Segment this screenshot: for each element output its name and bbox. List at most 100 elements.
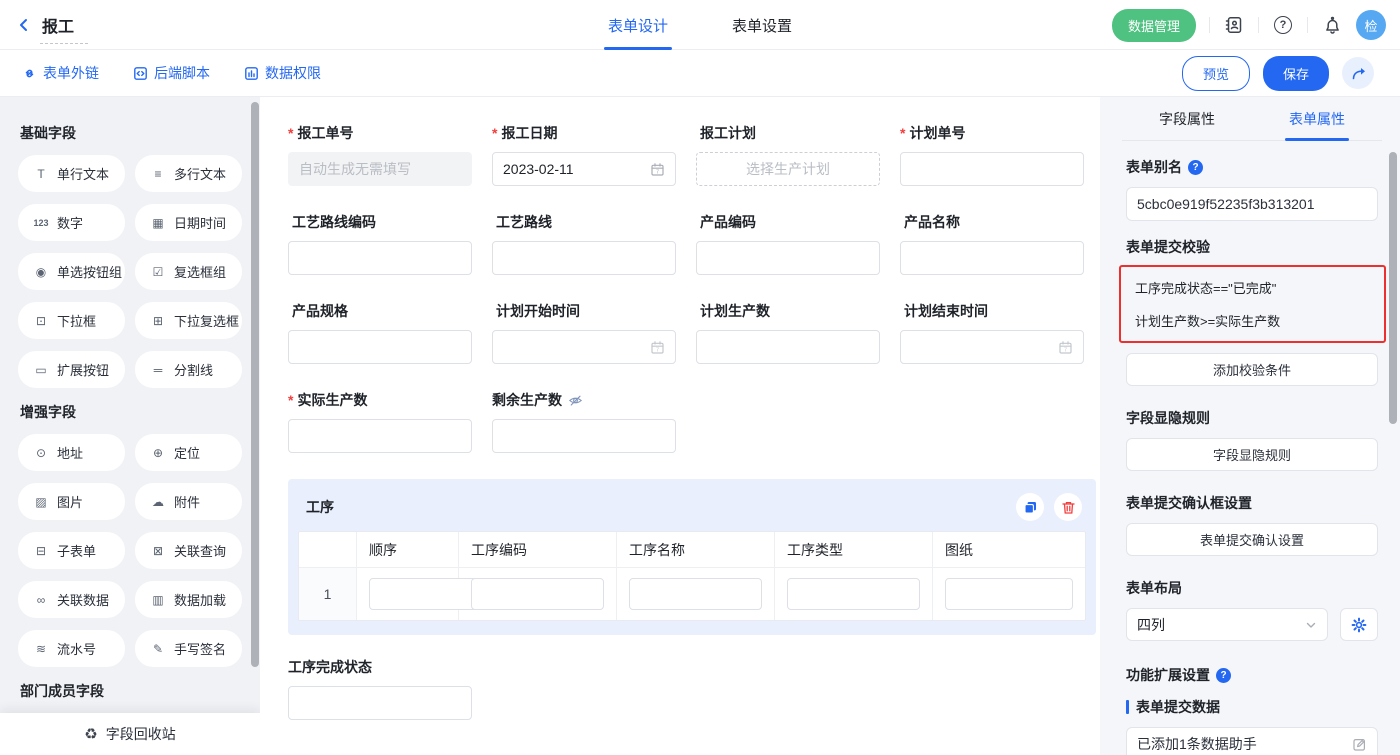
copy-subform-button[interactable] [1016, 493, 1044, 521]
sidebar-item-radio-group[interactable]: ◉单选按钮组 [18, 253, 125, 290]
tab-field-properties[interactable]: 字段属性 [1122, 97, 1252, 140]
form-external-link-button[interactable]: 表单外链 [22, 63, 99, 83]
process-code-input[interactable] [471, 578, 604, 610]
process-type-input[interactable] [787, 578, 920, 610]
back-button[interactable] [16, 17, 32, 33]
backend-script-button[interactable]: 后端脚本 [133, 63, 210, 83]
field-product-spec[interactable]: 产品规格 [288, 301, 472, 364]
share-button[interactable] [1342, 57, 1374, 89]
tab-form-design[interactable]: 表单设计 [608, 0, 668, 50]
field-route[interactable]: 工艺路线 [492, 212, 676, 275]
field-plan-no[interactable]: *计划单号 [900, 123, 1084, 186]
product-name-input[interactable] [900, 241, 1084, 275]
properties-panel: 字段属性 表单属性 表单别名 ? 表单提交校验 工序完成状态=="已完成" 计划… [1100, 97, 1400, 755]
submit-confirm-button[interactable]: 表单提交确认设置 [1126, 523, 1378, 556]
plan-qty-input[interactable] [696, 330, 880, 364]
field-label: 工艺路线编码 [292, 212, 376, 232]
plan-end-input[interactable]: 7 [900, 330, 1084, 364]
process-name-input[interactable] [629, 578, 762, 610]
validation-rule[interactable]: 计划生产数>=实际生产数 [1135, 304, 1370, 337]
route-code-input[interactable] [288, 241, 472, 275]
sidebar-item-number[interactable]: 123数字 [18, 204, 125, 241]
tab-form-settings[interactable]: 表单设置 [732, 0, 792, 50]
sidebar-item-relation-query[interactable]: ⊠关联查询 [135, 532, 242, 569]
validation-rule[interactable]: 工序完成状态=="已完成" [1135, 271, 1370, 304]
sidebar-item-checkbox-group[interactable]: ☑复选框组 [135, 253, 242, 290]
field-report-plan[interactable]: 报工计划 选择生产计划 [696, 123, 880, 186]
save-button[interactable]: 保存 [1263, 56, 1329, 91]
sidebar-item-multiline-text[interactable]: ≡多行文本 [135, 155, 242, 192]
contacts-icon[interactable] [1223, 14, 1245, 36]
plan-no-input[interactable] [900, 152, 1084, 186]
form-alias-input[interactable] [1126, 187, 1378, 221]
data-manage-button[interactable]: 数据管理 [1112, 9, 1196, 42]
add-validation-button[interactable]: 添加校验条件 [1126, 353, 1378, 386]
submit-data-assistant[interactable]: 已添加1条数据助手 [1126, 727, 1378, 755]
sidebar-item-address[interactable]: ⊙地址 [18, 434, 125, 471]
actual-qty-input[interactable] [288, 419, 472, 453]
sidebar-item-signature[interactable]: ✎手写签名 [135, 630, 242, 667]
sidebar-item-extend-button[interactable]: ▭扩展按钮 [18, 351, 125, 388]
help-icon[interactable]: ? [1272, 14, 1294, 36]
delete-subform-button[interactable] [1054, 493, 1082, 521]
data-permission-button[interactable]: 数据权限 [244, 63, 321, 83]
sidebar-scrollbar[interactable] [251, 102, 259, 667]
drawing-input[interactable] [945, 578, 1073, 610]
display-rules-button[interactable]: 字段显隐规则 [1126, 438, 1378, 471]
sidebar-item-datetime[interactable]: ▦日期时间 [135, 204, 242, 241]
sidebar-item-multi-select[interactable]: ⊞下拉复选框 [135, 302, 242, 339]
field-plan-end[interactable]: 计划结束时间 7 [900, 301, 1084, 364]
help-question-icon[interactable]: ? [1216, 668, 1231, 683]
back-chevron-icon [16, 17, 32, 33]
sidebar-item-divider[interactable]: ═分割线 [135, 351, 242, 388]
field-report-date[interactable]: *报工日期 2023-02-11 7 [492, 123, 676, 186]
topbar: 报工 表单设计 表单设置 数据管理 ? [0, 0, 1400, 50]
column-header: 工序名称 [617, 532, 775, 568]
subform-header-row: 顺序 工序编码 工序名称 工序类型 图纸 [299, 532, 1085, 568]
layout-select[interactable]: 四列 [1126, 608, 1328, 641]
help-question-icon[interactable]: ? [1188, 160, 1203, 175]
field-actual-qty[interactable]: *实际生产数 [288, 390, 472, 453]
field-product-name[interactable]: 产品名称 [900, 212, 1084, 275]
sidebar-item-single-line-text[interactable]: T单行文本 [18, 155, 125, 192]
sidebar-item-image[interactable]: ▨图片 [18, 483, 125, 520]
field-recycle-bin-button[interactable]: ♻ 字段回收站 [0, 713, 260, 755]
field-remain-qty[interactable]: 剩余生产数 [492, 390, 676, 453]
sidebar-item-select[interactable]: ⊡下拉框 [18, 302, 125, 339]
serial-number-icon: ≋ [32, 642, 50, 656]
field-product-code[interactable]: 产品编码 [696, 212, 880, 275]
validation-rules-highlight-box: 工序完成状态=="已完成" 计划生产数>=实际生产数 [1119, 265, 1386, 343]
remain-qty-input[interactable] [492, 419, 676, 453]
gear-icon [1351, 617, 1367, 633]
layout-settings-button[interactable] [1340, 608, 1378, 641]
report-no-input[interactable] [288, 152, 472, 186]
field-route-code[interactable]: 工艺路线编码 [288, 212, 472, 275]
edit-icon[interactable] [1352, 737, 1367, 752]
sidebar-item-location[interactable]: ⊕定位 [135, 434, 242, 471]
sidebar-item-data-load[interactable]: ▥数据加载 [135, 581, 242, 618]
field-plan-qty[interactable]: 计划生产数 [696, 301, 880, 364]
product-spec-input[interactable] [288, 330, 472, 364]
sidebar-item-subform[interactable]: ⊟子表单 [18, 532, 125, 569]
process-status-input[interactable] [288, 686, 472, 720]
avatar[interactable]: 检 [1356, 10, 1386, 40]
panel-scrollbar[interactable] [1389, 152, 1397, 424]
field-process-status[interactable]: 工序完成状态 [288, 657, 472, 720]
plan-start-input[interactable]: 7 [492, 330, 676, 364]
field-report-no[interactable]: *报工单号 [288, 123, 472, 186]
preview-button[interactable]: 预览 [1182, 56, 1250, 91]
tab-form-properties[interactable]: 表单属性 [1252, 97, 1382, 140]
report-date-input[interactable]: 2023-02-11 7 [492, 152, 676, 186]
subform-process[interactable]: 工序 顺序 [288, 479, 1096, 635]
field-plan-start[interactable]: 计划开始时间 7 [492, 301, 676, 364]
sidebar-item-serial-number[interactable]: ≋流水号 [18, 630, 125, 667]
sidebar-item-attachment[interactable]: ☁附件 [135, 483, 242, 520]
sidebar-item-relation-data[interactable]: ∞关联数据 [18, 581, 125, 618]
page-title[interactable]: 报工 [42, 19, 74, 36]
report-plan-picker[interactable]: 选择生产计划 [696, 152, 880, 186]
notification-bell-icon[interactable] [1321, 14, 1343, 36]
product-code-input[interactable] [696, 241, 880, 275]
route-input[interactable] [492, 241, 676, 275]
field-label: 计划开始时间 [496, 301, 580, 321]
trash-icon [1061, 500, 1076, 515]
